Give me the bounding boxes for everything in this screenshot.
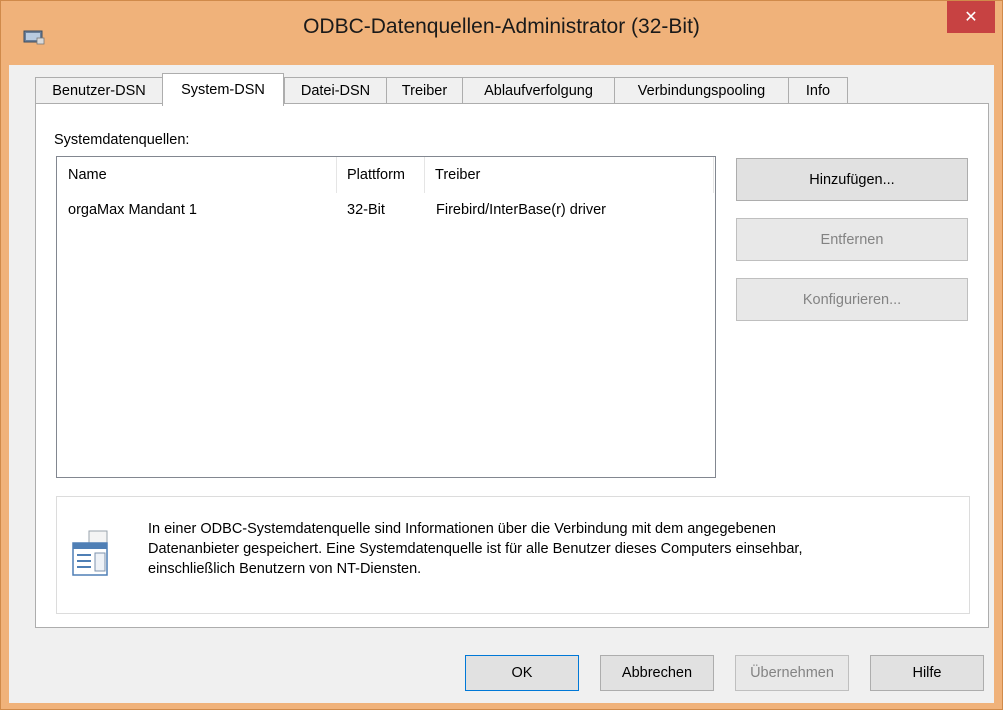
button-label: Abbrechen [621, 665, 693, 681]
button-label: Entfernen [820, 231, 884, 248]
help-button[interactable]: Hilfe [870, 655, 984, 691]
info-text: In einer ODBC-Systemdatenquelle sind Inf… [148, 519, 948, 579]
datasource-list[interactable]: Name Plattform Treiber orgaMax Mandant 1… [56, 156, 716, 478]
window-title: ODBC-Datenquellen-Administrator (32-Bit) [303, 15, 700, 38]
add-button[interactable]: Hinzufügen... [736, 158, 968, 201]
info-line: In einer ODBC-Systemdatenquelle sind Inf… [148, 521, 776, 537]
system-datasources-label: Systemdatenquellen: [54, 132, 190, 148]
info-box: In einer ODBC-Systemdatenquelle sind Inf… [56, 496, 970, 614]
info-line: einschließlich Benutzern von NT-Diensten… [148, 561, 422, 577]
tab-label: Info [805, 83, 831, 99]
tab-info[interactable]: Info [788, 77, 848, 104]
tab-label: Ablaufverfolgung [484, 83, 593, 99]
row-name: orgaMax Mandant 1 [68, 202, 197, 218]
column-label: Treiber [435, 167, 481, 183]
ok-button[interactable]: OK [465, 655, 579, 691]
button-label: OK [511, 665, 533, 681]
tab-label: Datei-DSN [300, 83, 371, 99]
column-label: Name [68, 167, 107, 183]
row-platform: 32-Bit [347, 202, 385, 218]
tab-ablaufverfolgung[interactable]: Ablaufverfolgung [462, 77, 615, 104]
tab-benutzer-dsn[interactable]: Benutzer-DSN [35, 77, 163, 104]
column-header-name[interactable]: Name [57, 157, 337, 193]
close-button[interactable]: ✕ [947, 1, 995, 33]
tab-treiber[interactable]: Treiber [386, 77, 463, 104]
tab-label: System-DSN [181, 82, 265, 98]
title-bar[interactable]: ODBC-Datenquellen-Administrator (32-Bit)… [1, 1, 1002, 65]
remove-button[interactable]: Entfernen [736, 218, 968, 261]
datasource-info-icon [72, 530, 108, 576]
dialog-client-area: Benutzer-DSN System-DSN Datei-DSN Treibe… [9, 65, 994, 703]
tab-label: Benutzer-DSN [52, 83, 146, 99]
odbc-admin-window: ODBC-Datenquellen-Administrator (32-Bit)… [0, 0, 1003, 710]
cancel-button[interactable]: Abbrechen [600, 655, 714, 691]
info-line: Datenanbieter gespeichert. Eine Systemda… [148, 541, 803, 557]
table-row[interactable]: orgaMax Mandant 1 32-Bit Firebird/InterB… [57, 197, 715, 223]
button-label: Hinzufügen... [809, 171, 895, 188]
tab-label: Treiber [401, 83, 448, 99]
button-label: Konfigurieren... [802, 291, 902, 308]
column-label: Plattform [347, 167, 406, 183]
row-driver: Firebird/InterBase(r) driver [436, 202, 607, 218]
system-dsn-panel: Systemdatenquellen: Name Plattform Treib… [35, 103, 989, 628]
button-label: Übernehmen [750, 665, 834, 681]
close-icon: ✕ [964, 9, 978, 26]
column-header-driver[interactable]: Treiber [425, 157, 714, 193]
tab-verbindungspooling[interactable]: Verbindungspooling [614, 77, 789, 104]
apply-button[interactable]: Übernehmen [735, 655, 849, 691]
list-header: Name Plattform Treiber [57, 157, 715, 193]
tab-label: Verbindungspooling [637, 83, 766, 99]
configure-button[interactable]: Konfigurieren... [736, 278, 968, 321]
tab-datei-dsn[interactable]: Datei-DSN [284, 77, 387, 104]
column-header-platform[interactable]: Plattform [337, 157, 425, 193]
tab-system-dsn[interactable]: System-DSN [162, 73, 284, 106]
button-label: Hilfe [912, 665, 942, 681]
